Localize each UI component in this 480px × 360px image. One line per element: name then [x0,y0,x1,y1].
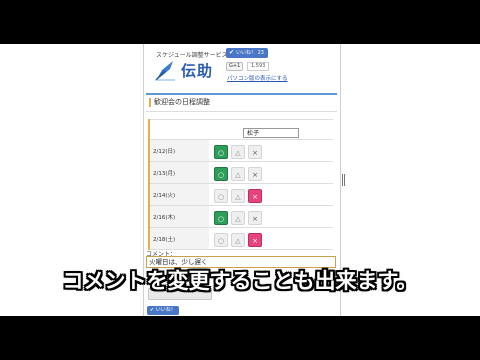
name-row [148,119,333,140]
scroll-handle[interactable] [342,174,345,186]
choice-ok-button[interactable]: ○ [214,232,228,247]
feather-icon [155,61,175,81]
letterbox-bottom [0,316,480,360]
date-row: 2/14(火) ○ △ × [148,183,333,206]
pc-version-link[interactable]: パソコン版の表示にする [227,74,288,82]
gplus-count: 1,593 [247,62,270,71]
like-button-label: いいね！ 23 [236,50,264,56]
choice-ng-button[interactable]: × [248,144,262,159]
choice-group: ○ △ × [209,205,333,228]
choice-ok-button[interactable]: ○ [214,210,228,225]
choice-maybe-button[interactable]: △ [231,144,245,159]
name-input[interactable] [243,127,299,138]
check-icon: ✔ [150,307,155,313]
date-row: 2/12(日) ○ △ × [148,139,333,162]
like-button-footer[interactable]: ✔ いいね！ [147,306,179,315]
choice-maybe-button[interactable]: △ [231,166,245,181]
choice-ng-button[interactable]: × [248,210,262,225]
choice-maybe-button[interactable]: △ [231,188,245,203]
date-label: 2/16(木) [148,205,209,228]
name-row-header [148,119,209,140]
site-logo[interactable]: 伝助 [153,58,215,84]
date-row: 2/16(木) ○ △ × [148,205,333,228]
date-row: 2/18(土) ○ △ × [148,227,333,250]
date-row: 2/13(月) ○ △ × [148,161,333,184]
choice-maybe-button[interactable]: △ [231,232,245,247]
date-label: 2/13(月) [148,161,209,184]
choice-ng-button[interactable]: × [248,232,262,247]
date-label: 2/18(土) [148,227,209,250]
like-button[interactable]: ✔ いいね！ 23 [226,48,268,58]
choice-maybe-button[interactable]: △ [231,210,245,225]
date-label: 2/12(日) [148,139,209,162]
choice-group: ○ △ × [209,139,333,162]
choice-ok-button[interactable]: ○ [214,144,228,159]
gplus-button[interactable]: G+1 [226,62,244,71]
choice-ok-button[interactable]: ○ [214,188,228,203]
section-divider [146,93,337,95]
check-icon: ✔ [229,49,235,56]
logo-text: 伝助 [181,62,214,80]
like-button-footer-label: いいね！ [155,307,176,313]
choice-ng-button[interactable]: × [248,188,262,203]
event-title: 歓迎会の日程調整 [149,98,210,107]
choice-ok-button[interactable]: ○ [214,166,228,181]
section-underline [146,111,337,112]
date-label: 2/14(火) [148,183,209,206]
choice-group: ○ △ × [209,161,333,184]
choice-ng-button[interactable]: × [248,166,262,181]
schedule-table: 2/12(日)○△×2/13(月)○△×2/14(火)○△×2/16(木)○△×… [148,119,333,250]
choice-group: ○ △ × [209,183,333,206]
video-caption: コメントを変更することも出来ます。 [62,269,418,293]
choice-group: ○ △ × [209,227,333,250]
name-cell [209,119,333,140]
